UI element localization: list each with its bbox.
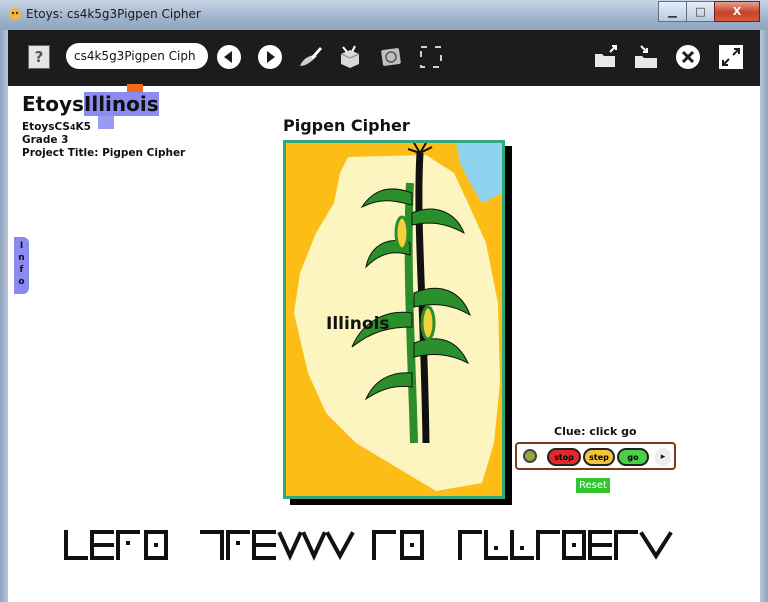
save-project-icon[interactable]: [633, 44, 659, 70]
window-frame-left: [0, 30, 8, 602]
etoys-illinois-logo: EtoysIllinois: [22, 92, 159, 116]
script-status-icon[interactable]: [523, 449, 537, 463]
illinois-corn-illustration: Illinois: [294, 143, 502, 491]
course-suffix: K5: [75, 121, 91, 133]
paint-icon[interactable]: [297, 44, 323, 70]
window-frame-right: [760, 30, 768, 602]
step-button[interactable]: step: [583, 448, 615, 466]
page-title: Pigpen Cipher: [283, 116, 410, 135]
clue-label: Clue: click go: [554, 425, 637, 438]
project-name-field[interactable]: cs4k5g3Pigpen Ciph: [66, 43, 208, 69]
info-letter: I: [19, 241, 24, 251]
stop-button[interactable]: stop: [547, 448, 581, 466]
info-letter: f: [19, 265, 24, 275]
window-titlebar[interactable]: Etoys: cs4k5g3Pigpen Cipher ▁ □ X: [0, 0, 768, 30]
etoys-app-icon: [9, 8, 21, 20]
minimize-button[interactable]: ▁: [658, 1, 687, 22]
logo-highlight: Illinois: [83, 92, 159, 116]
reset-button[interactable]: Reset: [576, 478, 610, 493]
window-controls: ▁ □ X: [658, 1, 760, 22]
go-button[interactable]: go: [617, 448, 649, 466]
expand-arrow-icon[interactable]: ▸: [655, 448, 671, 466]
expand-icon[interactable]: [718, 44, 744, 70]
pigpen-cipher-message: [64, 530, 673, 561]
project-info: EtoysCS4K5 Grade 3 Project Title: Pigpen…: [22, 121, 185, 160]
project-title-line: Project Title: Pigpen Cipher: [22, 147, 186, 159]
course-prefix: EtoysCS: [22, 121, 70, 133]
course-line: EtoysCS4K5: [22, 121, 185, 134]
supplies-icon[interactable]: [337, 44, 363, 70]
info-letter: n: [18, 253, 25, 263]
info-letter: o: [18, 277, 25, 287]
illinois-corn-picture[interactable]: Illinois: [283, 140, 505, 499]
map-label: Illinois: [326, 314, 390, 334]
script-controls: stop step go ▸: [515, 442, 676, 470]
quit-icon[interactable]: [675, 44, 701, 70]
next-project-icon[interactable]: [257, 44, 283, 70]
close-button[interactable]: X: [714, 1, 760, 22]
previous-project-icon[interactable]: [216, 44, 242, 70]
help-button[interactable]: ?: [28, 45, 50, 69]
language-icon[interactable]: [378, 44, 404, 70]
fullscreen-icon[interactable]: [418, 44, 444, 70]
maximize-button[interactable]: □: [686, 1, 715, 22]
etoys-toolbar: ? cs4k5g3Pigpen Ciph: [8, 30, 760, 86]
info-flap-tab[interactable]: I n f o: [14, 237, 29, 294]
window-title: Etoys: cs4k5g3Pigpen Cipher: [26, 7, 201, 21]
open-project-icon[interactable]: [593, 44, 619, 70]
logo-prefix: Etoys: [22, 92, 84, 116]
grade-line: Grade 3: [22, 134, 69, 146]
